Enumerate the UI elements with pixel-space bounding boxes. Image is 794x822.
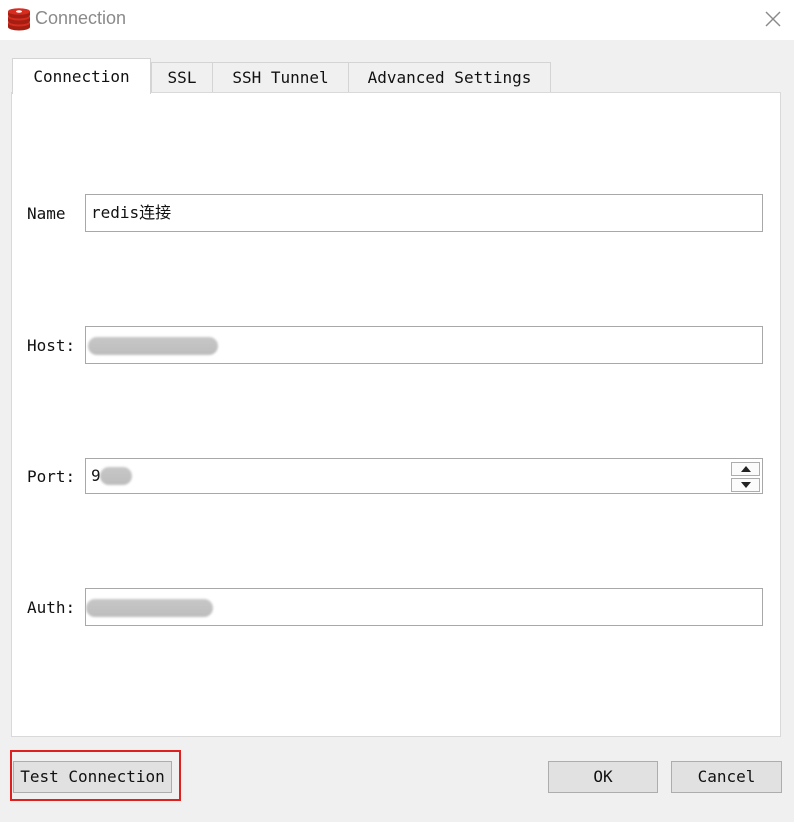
tab-ssl[interactable]: SSL: [151, 62, 213, 92]
tab-advanced-settings[interactable]: Advanced Settings: [348, 62, 551, 92]
port-stepper[interactable]: 9: [85, 458, 763, 494]
redis-icon: [8, 8, 30, 31]
redacted-port: [100, 467, 132, 485]
tab-ssh-tunnel[interactable]: SSH Tunnel: [212, 62, 349, 92]
host-label: Host:: [27, 336, 76, 355]
connection-panel: [11, 92, 781, 737]
close-icon[interactable]: [762, 8, 784, 30]
title-bar: Connection: [0, 0, 794, 40]
caret-up-icon: [740, 466, 751, 472]
name-field[interactable]: redis连接: [85, 194, 763, 232]
auth-label: Auth:: [27, 598, 76, 617]
window-title: Connection: [35, 8, 127, 28]
auth-field[interactable]: [85, 588, 763, 626]
decrement-button[interactable]: [731, 478, 760, 492]
increment-button[interactable]: [731, 462, 760, 476]
ok-button[interactable]: OK: [548, 761, 658, 793]
host-field[interactable]: [85, 326, 763, 364]
redacted-auth: [86, 599, 213, 617]
port-label: Port:: [27, 467, 76, 486]
test-connection-button[interactable]: Test Connection: [13, 761, 172, 793]
port-spinner: [731, 462, 760, 492]
caret-down-icon: [740, 482, 751, 488]
cancel-button[interactable]: Cancel: [671, 761, 782, 793]
redacted-host: [88, 337, 218, 355]
tab-connection[interactable]: Connection: [12, 58, 151, 94]
name-label: Name: [27, 204, 66, 223]
